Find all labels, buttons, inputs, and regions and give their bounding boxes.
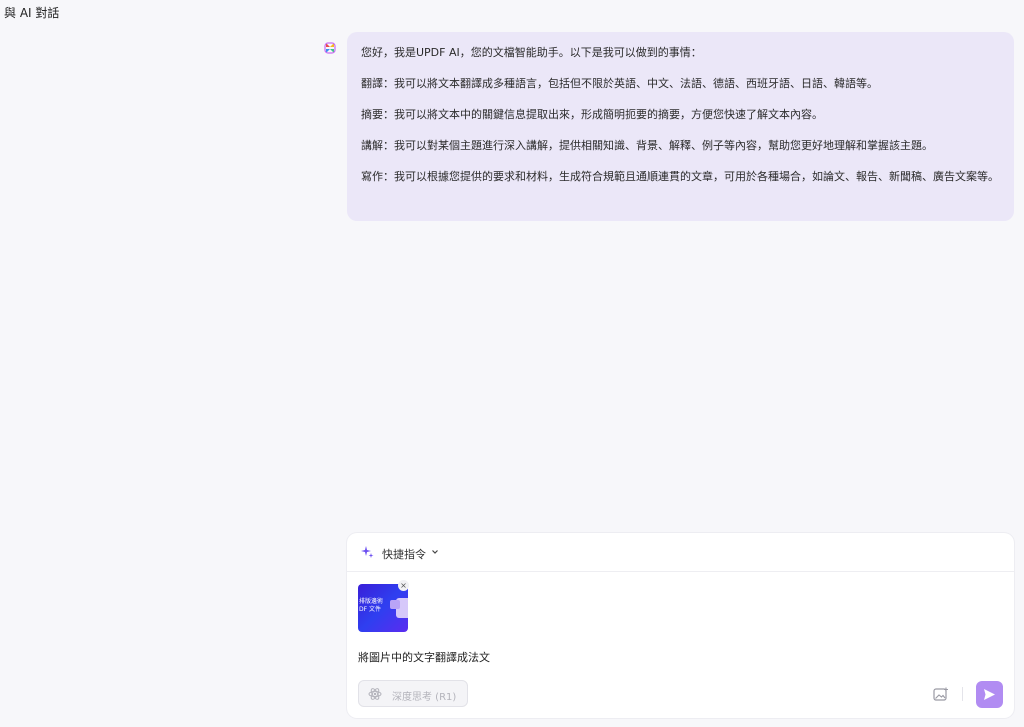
remove-attachment-button[interactable]: × (398, 580, 409, 591)
message-translate: 翻譯：我可以將文本翻譯成多種語言，包括但不限於英語、中文、法語、德語、西班牙語、… (361, 77, 878, 90)
prompt-input[interactable]: 將圖片中的文字翻譯成法文 (358, 649, 490, 665)
chat-composer: 快捷指令 排版邊術 DF 文件 × 將圖片中的文字翻譯成法文 深度思考 (R1) (347, 533, 1014, 718)
deep-think-toggle[interactable]: 深度思考 (R1) (358, 680, 468, 707)
message-summary: 摘要：我可以將文本中的關鍵信息提取出來，形成簡明扼要的摘要，方便您快速了解文本內… (361, 108, 823, 121)
message-intro: 您好，我是UPDF AI，您的文檔智能助手。以下是我可以做到的事情： (361, 46, 702, 59)
updf-ai-avatar-icon (324, 42, 336, 54)
attached-image-thumbnail[interactable]: 排版邊術 DF 文件 (358, 584, 408, 632)
thumbnail-text: 排版邊術 DF 文件 (359, 598, 384, 613)
deep-think-label: 深度思考 (R1) (392, 692, 457, 703)
send-icon (984, 689, 995, 700)
quick-commands-bar[interactable]: 快捷指令 (347, 533, 1014, 572)
quick-commands-label[interactable]: 快捷指令 (382, 546, 426, 562)
send-button[interactable] (976, 681, 1003, 708)
thumbnail-graphic-inner (390, 600, 400, 609)
chevron-down-icon[interactable] (431, 548, 439, 556)
sparkle-icon (361, 546, 374, 558)
ai-message-bubble: 您好，我是UPDF AI，您的文檔智能助手。以下是我可以做到的事情： 翻譯：我可… (347, 32, 1014, 221)
toolbar-divider (962, 687, 963, 701)
page-title: 與 AI 對話 (4, 6, 60, 20)
message-explain: 講解：我可以對某個主題進行深入講解，提供相關知識、背景、解釋、例子等內容，幫助您… (361, 139, 933, 152)
image-upload-icon[interactable] (933, 687, 949, 701)
atom-icon (368, 688, 382, 700)
message-write: 寫作：我可以根據您提供的要求和材料，生成符合規範且通順連貫的文章，可用於各種場合… (361, 170, 999, 183)
